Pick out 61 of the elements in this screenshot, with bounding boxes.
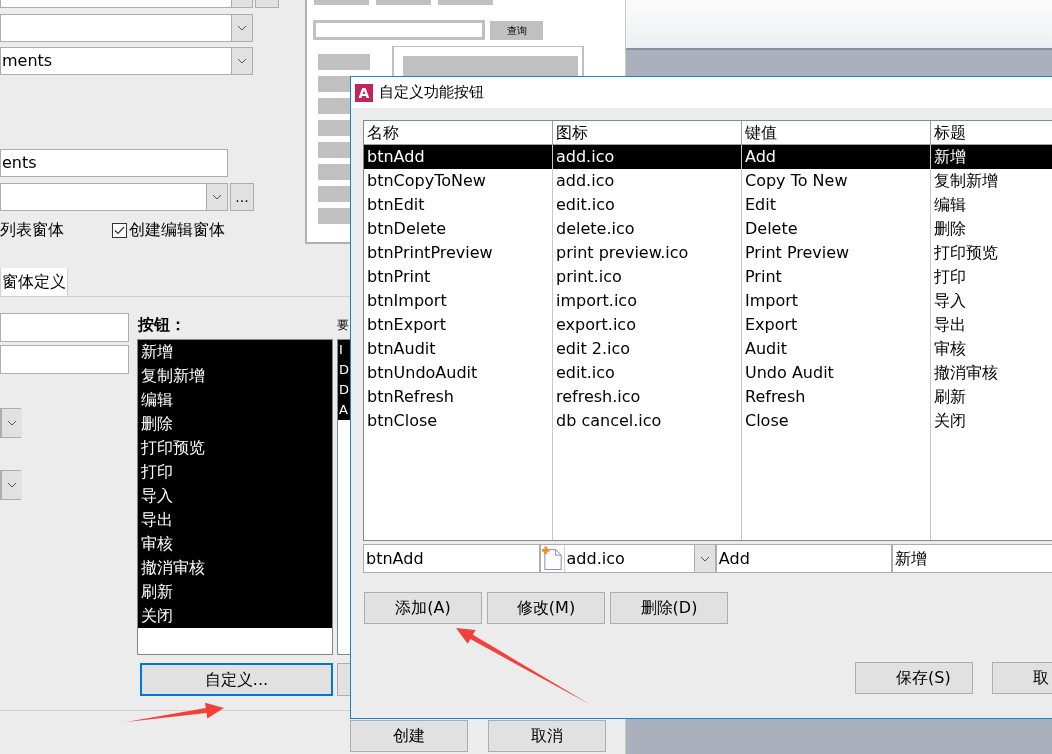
list-label: 按钮： <box>138 314 187 336</box>
table-cell: 关闭 <box>931 409 1052 433</box>
dropdown-button[interactable] <box>693 545 715 572</box>
chevron-down-icon <box>7 420 17 426</box>
list-item[interactable]: 关闭 <box>138 604 332 628</box>
text-field[interactable] <box>0 313 129 342</box>
app-icon: A <box>355 83 373 102</box>
list-item[interactable]: 删除 <box>138 412 332 436</box>
dropdown-button[interactable] <box>231 48 252 74</box>
list-item[interactable]: 审核 <box>138 532 332 556</box>
dialog-button[interactable]: 保存(S) <box>855 662 973 694</box>
icon-combo-box[interactable]: add.ico <box>539 544 716 573</box>
dropdown-button[interactable] <box>1 471 22 499</box>
column-header[interactable]: 键值 <box>742 121 931 144</box>
dropdown-button[interactable] <box>231 15 252 41</box>
list-item[interactable]: 打印预览 <box>138 436 332 460</box>
column-header[interactable]: 图标 <box>553 121 742 144</box>
chevron-down-icon <box>237 25 247 31</box>
column-header[interactable]: 名称 <box>364 121 553 144</box>
dropdown-button[interactable] <box>206 184 227 210</box>
table-row[interactable]: btnAdd add.ico Add 新增 <box>364 145 1052 169</box>
combo-box[interactable] <box>0 183 228 211</box>
chevron-down-icon <box>212 194 222 200</box>
chevron-down-icon <box>237 58 247 64</box>
dialog-button[interactable]: 创建 <box>350 720 468 752</box>
dropdown-button[interactable] <box>1 409 22 437</box>
list-item[interactable]: 打印 <box>138 460 332 484</box>
dialog-title: 自定义功能按钮 <box>379 82 484 104</box>
customize-button[interactable]: 自定义... <box>140 663 333 696</box>
text-field[interactable]: ents <box>0 149 228 177</box>
list-item[interactable]: 导出 <box>138 508 332 532</box>
dialog-button[interactable]: 取消 <box>488 720 606 752</box>
dialog-button[interactable]: 修改(M) <box>487 592 605 624</box>
list-label: 要 <box>337 317 349 334</box>
table-cell: btnClose <box>364 409 553 433</box>
list-item[interactable]: 新增 <box>138 340 332 364</box>
dialog-button[interactable]: 添加(A) <box>364 592 482 624</box>
dialog-button[interactable]: 删除(D) <box>610 592 728 624</box>
new-file-icon <box>540 545 565 572</box>
chevron-down-icon <box>7 482 17 488</box>
option-label: 列表窗体 <box>0 219 64 241</box>
browse-button[interactable]: ... <box>230 183 254 211</box>
list-item[interactable]: 复制新增 <box>138 364 332 388</box>
table-cell: db cancel.ico <box>553 409 742 433</box>
list-item[interactable]: 编辑 <box>138 388 332 412</box>
tab[interactable]: 窗体定义 <box>0 268 68 297</box>
list-item[interactable]: 撤消审核 <box>138 556 332 580</box>
list-item[interactable]: 刷新 <box>138 580 332 604</box>
list-item[interactable]: 导入 <box>138 484 332 508</box>
dialog-button[interactable]: 取 <box>992 662 1052 694</box>
column-header[interactable]: 标题 <box>931 121 1052 144</box>
combo-box[interactable] <box>0 14 253 42</box>
combo-box[interactable]: ments <box>0 47 253 75</box>
checkbox-label: 创建编辑窗体 <box>129 219 225 241</box>
name-field[interactable]: btnAdd <box>363 544 540 573</box>
key-field[interactable]: Add <box>715 544 893 573</box>
chevron-down-icon <box>699 555 710 562</box>
checkbox[interactable] <box>112 222 127 238</box>
table-cell: Close <box>742 409 931 433</box>
text-field[interactable] <box>0 345 129 374</box>
caption-field[interactable]: 新增 <box>892 544 1052 573</box>
